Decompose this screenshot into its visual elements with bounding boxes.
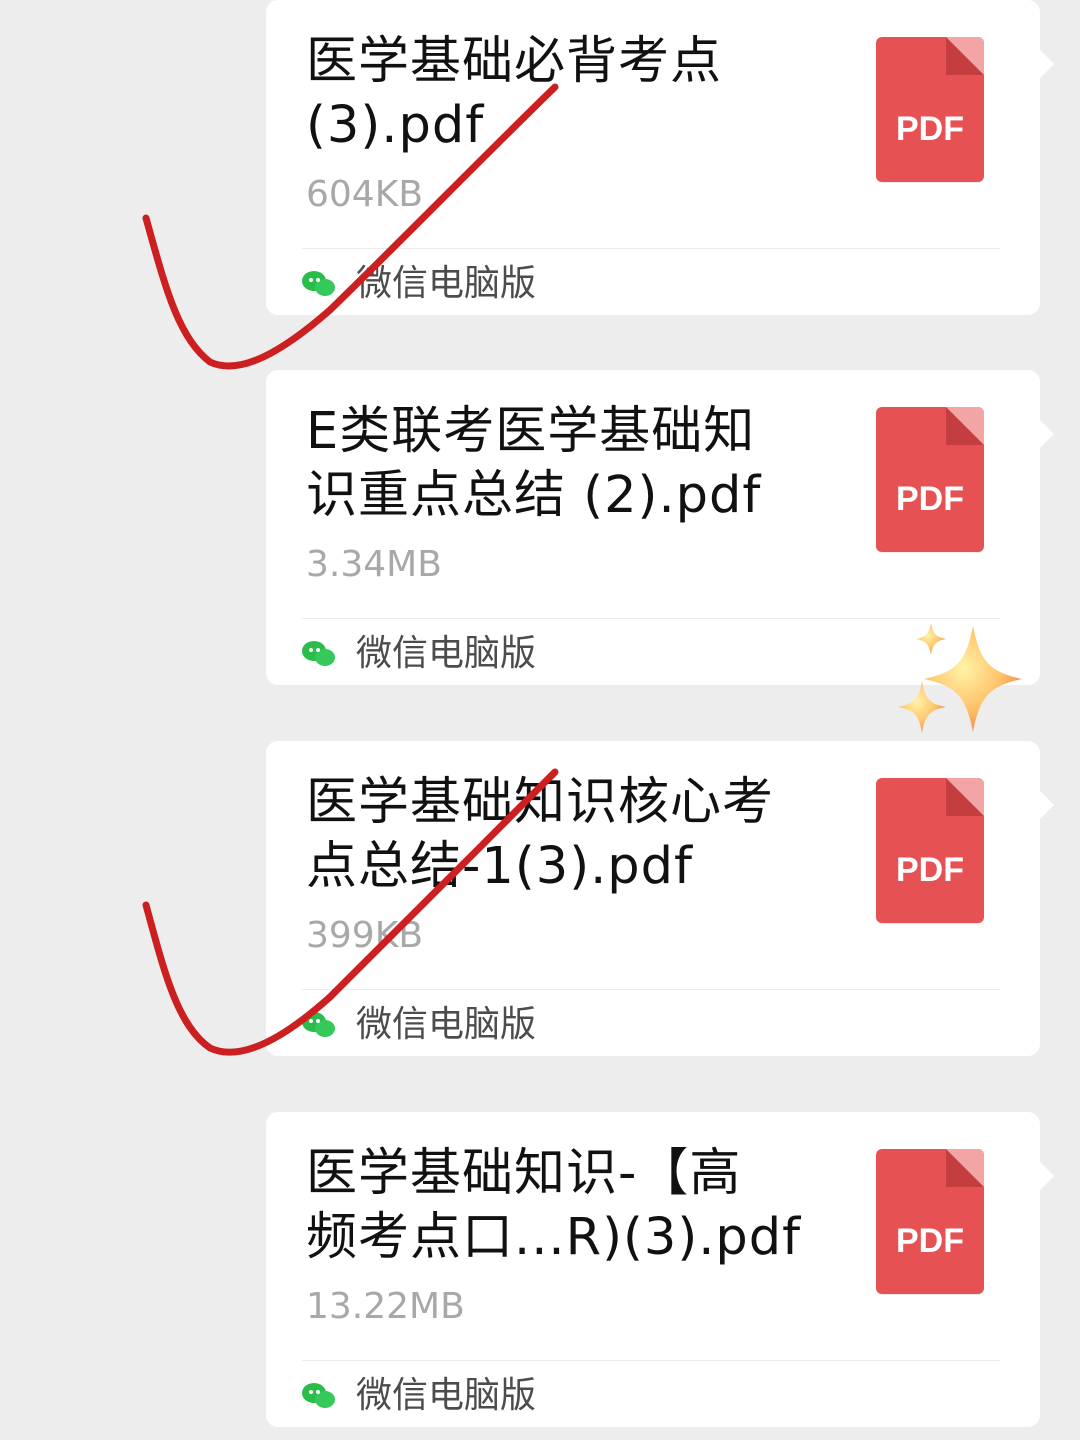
file-message-card[interactable]: 医学基础必背考点 (3).pdf 604KB PDF 微信电脑版 (266, 0, 1054, 315)
source-label: 微信电脑版 (356, 1004, 537, 1045)
wechat-icon (302, 639, 338, 669)
page-fold (946, 778, 984, 816)
page-fold (946, 37, 984, 75)
divider (302, 1360, 1000, 1361)
divider (302, 248, 1000, 249)
file-title: E类联考医学基础知 识重点总结 (2).pdf (306, 402, 762, 525)
source-row: 微信电脑版 (302, 1003, 536, 1047)
pdf-label: PDF (896, 480, 964, 518)
pdf-label: PDF (896, 851, 964, 889)
source-row: 微信电脑版 (302, 1374, 536, 1418)
chat-message-list: 医学基础必背考点 (3).pdf 604KB PDF 微信电脑版 E类联考医学基… (0, 0, 1080, 1440)
wechat-icon (302, 1381, 338, 1411)
file-size: 3.34MB (306, 544, 442, 585)
pdf-label: PDF (896, 1222, 964, 1260)
source-label: 微信电脑版 (356, 263, 537, 304)
source-label: 微信电脑版 (356, 633, 537, 674)
file-title: 医学基础知识核心考 点总结-1(3).pdf (306, 773, 775, 896)
wechat-icon (302, 1010, 338, 1040)
pdf-icon: PDF (876, 37, 984, 182)
file-title: 医学基础必背考点 (3).pdf (306, 32, 723, 155)
pdf-icon: PDF (876, 407, 984, 552)
pdf-label: PDF (896, 110, 964, 148)
source-row: 微信电脑版 (302, 262, 536, 306)
file-size: 399KB (306, 915, 424, 956)
page-fold (946, 407, 984, 445)
pdf-icon: PDF (876, 778, 984, 923)
file-size: 604KB (306, 174, 424, 215)
file-title: 医学基础知识-【高 频考点口...R)(3).pdf (306, 1144, 802, 1267)
source-row: 微信电脑版 (302, 632, 536, 676)
divider (302, 618, 1000, 619)
page-fold (946, 1149, 984, 1187)
pdf-icon: PDF (876, 1149, 984, 1294)
file-message-card[interactable]: E类联考医学基础知 识重点总结 (2).pdf 3.34MB PDF 微信电脑版 (266, 370, 1054, 685)
wechat-icon (302, 269, 338, 299)
file-message-card[interactable]: 医学基础知识-【高 频考点口...R)(3).pdf 13.22MB PDF 微… (266, 1112, 1054, 1427)
source-label: 微信电脑版 (356, 1375, 537, 1416)
file-message-card[interactable]: 医学基础知识核心考 点总结-1(3).pdf 399KB PDF 微信电脑版 (266, 741, 1054, 1056)
divider (302, 989, 1000, 990)
file-size: 13.22MB (306, 1286, 465, 1327)
